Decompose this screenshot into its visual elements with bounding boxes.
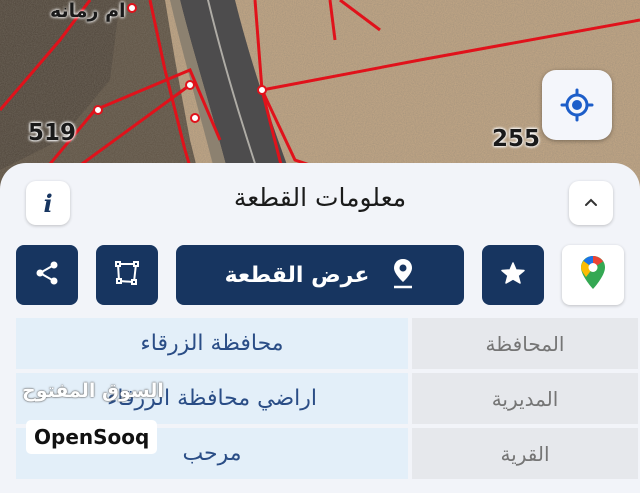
my-location-button[interactable] [542,70,612,140]
google-maps-icon [580,255,606,295]
view-parcel-button[interactable]: عرض القطعة [176,245,464,305]
opensooq-logo: OpenSooq [26,420,158,454]
place-label: ام رمانه [50,0,126,22]
info-button[interactable]: i [26,181,70,225]
favorite-button[interactable] [482,245,544,305]
polygon-icon [114,260,140,290]
crosshair-icon [560,88,594,122]
google-maps-button[interactable] [562,245,624,305]
label-governorate: المحافظة [412,318,638,369]
location-pin-icon [391,257,415,293]
watermark-arabic: السوق المفتوح [22,380,164,402]
star-icon [500,260,526,290]
view-parcel-label: عرض القطعة [224,262,370,288]
label-directorate: المديرية [412,373,638,424]
boundary-button[interactable] [96,245,158,305]
value-governorate: محافظة الزرقاء [16,318,408,369]
parcel-number-right[interactable]: 255 [492,126,540,152]
label-village: القرية [412,428,638,479]
sheet-title: معلومات القطعة [233,183,407,212]
share-icon [34,260,60,290]
watermark-latin: OpenSooq [34,425,150,449]
parcel-number-left[interactable]: 519 [28,120,76,146]
share-button[interactable] [16,245,78,305]
collapse-button[interactable] [569,181,613,225]
info-icon: i [43,188,53,218]
chevron-up-icon [583,194,599,213]
